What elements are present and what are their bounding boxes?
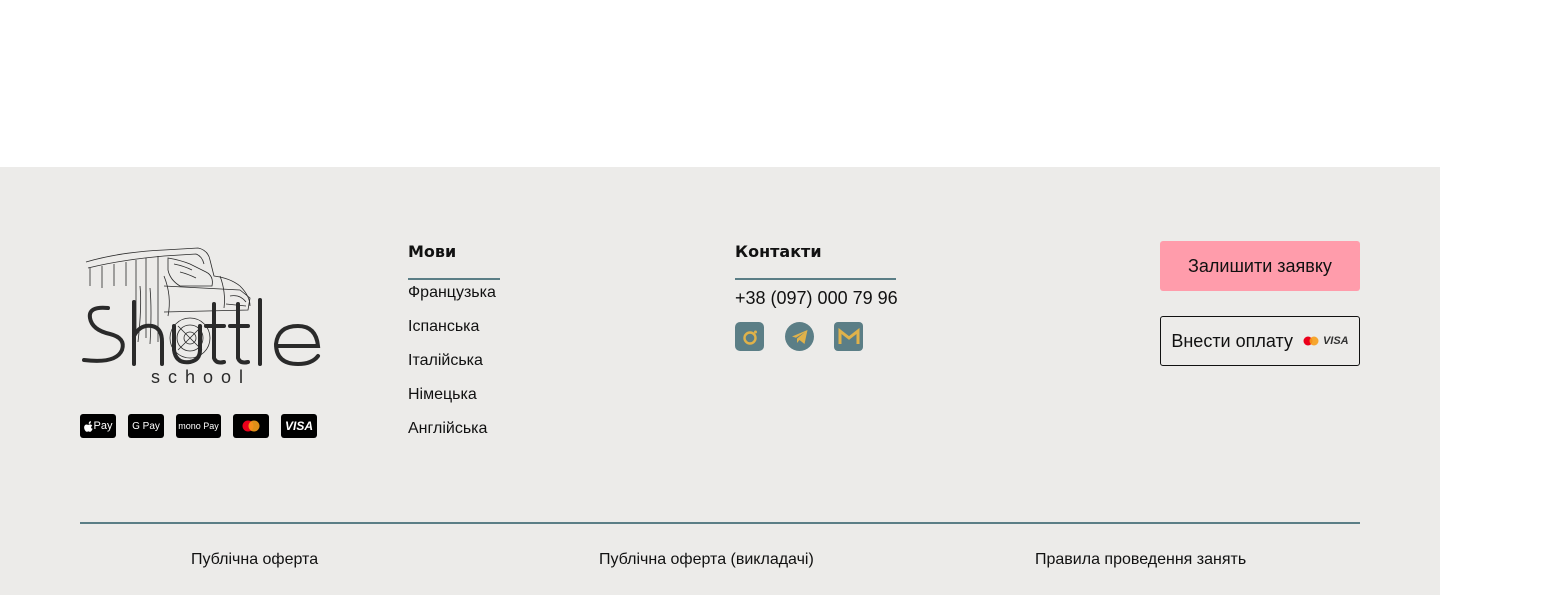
class-rules-link[interactable]: Правила проведення занять [1035, 551, 1246, 569]
pay-button-label: Внести оплату [1171, 330, 1293, 351]
language-link-spanish[interactable]: Іспанська [408, 318, 479, 336]
payment-methods: Pay G Pay mono Pay VISA [80, 414, 317, 438]
language-link-italian[interactable]: Італійська [408, 352, 483, 370]
shuttle-school-logo[interactable]: school [80, 246, 324, 388]
apple-pay-icon: Pay [80, 414, 116, 438]
mastercard-icon [233, 414, 269, 438]
public-offer-teachers-link[interactable]: Публічна оферта (викладачі) [599, 551, 814, 569]
request-button[interactable]: Залишити заявку [1160, 241, 1360, 291]
languages-title: Мови [408, 242, 457, 261]
visa-icon: VISA [1322, 335, 1349, 347]
language-link-german[interactable]: Німецька [408, 386, 477, 404]
pay-card-icons: VISA [1303, 335, 1349, 347]
telegram-icon[interactable] [785, 322, 814, 351]
gmail-icon[interactable] [834, 322, 863, 351]
contacts-title: Контакти [735, 242, 822, 261]
languages-divider [408, 278, 500, 280]
instagram-icon[interactable] [735, 322, 764, 351]
google-pay-icon: G Pay [128, 414, 164, 438]
language-link-english[interactable]: Англійська [408, 420, 487, 438]
public-offer-link[interactable]: Публічна оферта [191, 551, 318, 569]
language-link-french[interactable]: Французька [408, 284, 496, 302]
phone-link[interactable]: +38 (097) 000 79 96 [735, 288, 898, 309]
mono-pay-icon: mono Pay [176, 414, 221, 438]
visa-icon: VISA [281, 414, 317, 438]
logo-subtitle: school [151, 367, 251, 387]
mastercard-icon [1303, 336, 1319, 346]
pay-button[interactable]: Внести оплату VISA [1160, 316, 1360, 366]
contacts-divider [735, 278, 896, 280]
footer-divider [80, 522, 1360, 524]
